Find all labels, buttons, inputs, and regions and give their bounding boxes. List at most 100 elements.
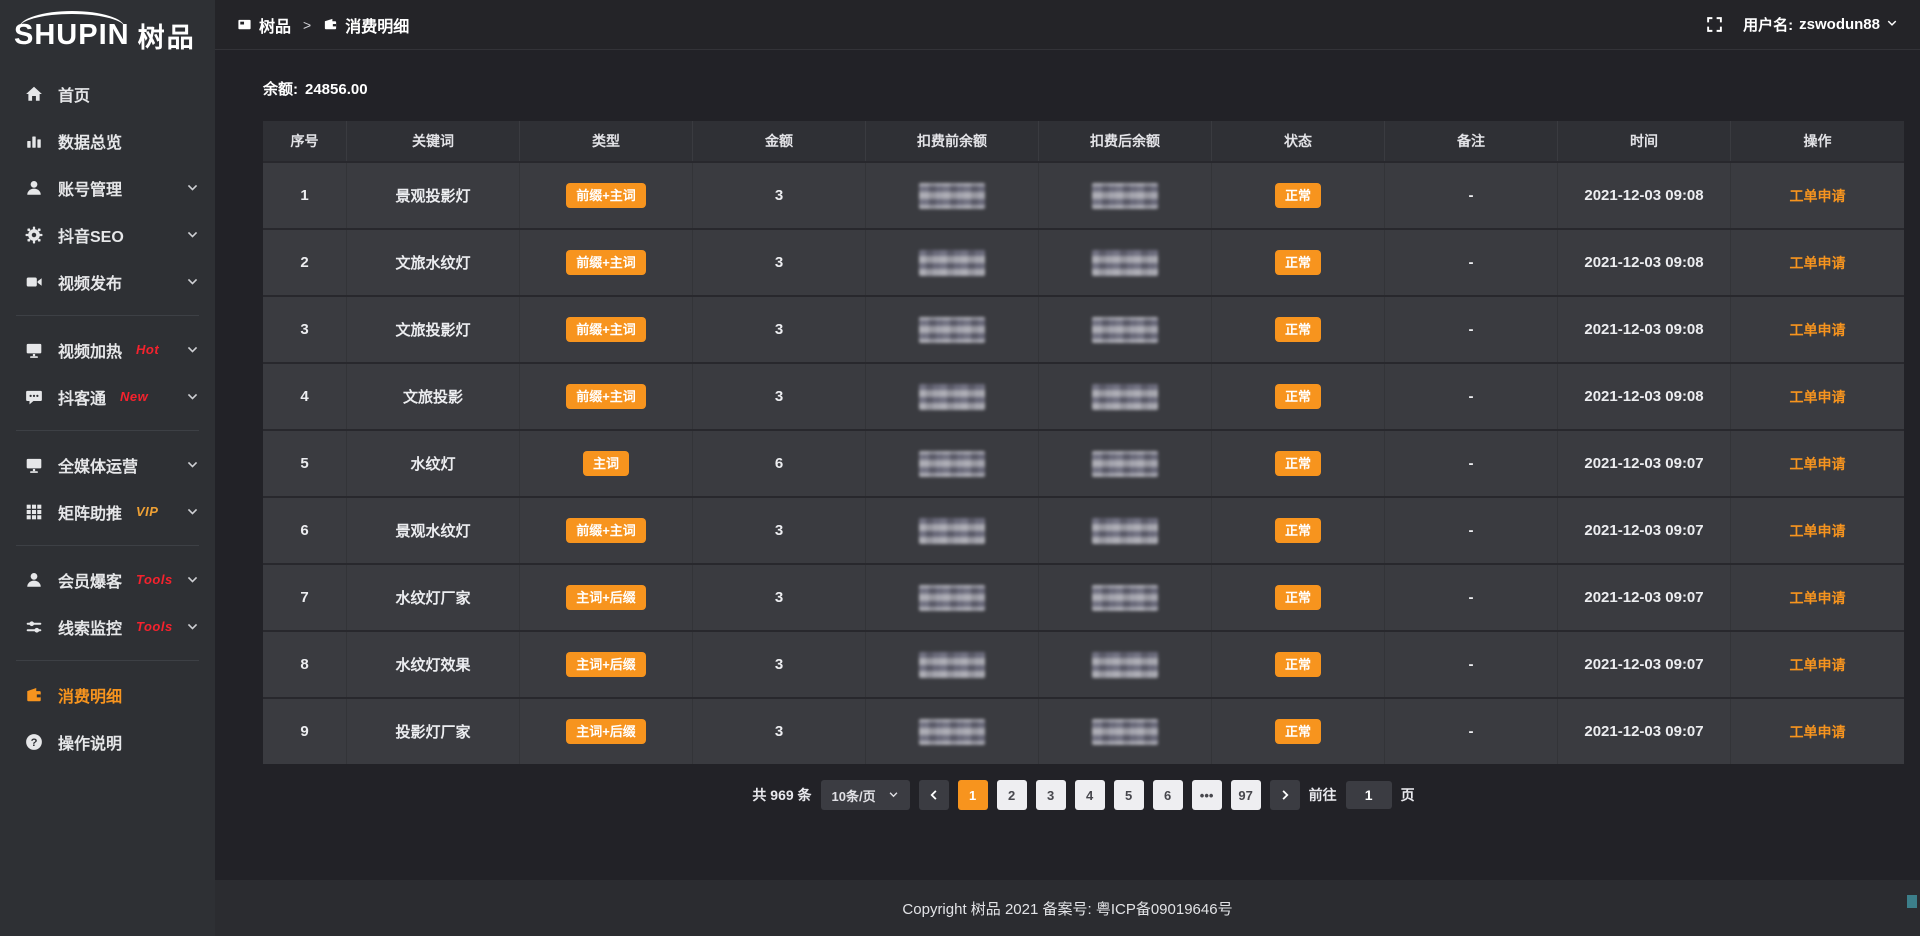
work-order-link[interactable]: 工单申请: [1790, 655, 1846, 675]
sidebar-divider: [16, 660, 199, 661]
cell-time: 2021-12-03 09:08: [1558, 297, 1731, 362]
redacted-value: [1092, 652, 1158, 678]
breadcrumb-item-consumption[interactable]: 消费明细: [323, 13, 409, 37]
redacted-value: [919, 384, 985, 410]
cell-amount: 3: [693, 297, 866, 362]
sidebar-item-operation-guide[interactable]: ?操作说明: [0, 718, 215, 765]
chevron-down-icon: [186, 458, 199, 471]
user-menu[interactable]: 用户名: zswodun88: [1743, 14, 1898, 35]
cell-balance-before: [866, 699, 1039, 764]
sidebar-item-douyin-seo[interactable]: 抖音SEO: [0, 211, 215, 258]
sidebar-item-consumption-detail[interactable]: 消费明细: [0, 671, 215, 718]
user-icon: [24, 178, 43, 197]
page-button-1[interactable]: 1: [958, 780, 988, 810]
cell-balance-after: [1039, 498, 1212, 563]
redacted-value: [919, 250, 985, 276]
total-count: 共 969 条: [752, 785, 811, 805]
redacted-value: [1092, 384, 1158, 410]
sidebar-item-data-overview[interactable]: 数据总览: [0, 117, 215, 164]
breadcrumb-item-shupin[interactable]: 树品: [237, 13, 291, 37]
type-badge: 主词+后缀: [566, 719, 646, 744]
bar-chart-icon: [24, 131, 43, 150]
cell-action: 工单申请: [1731, 498, 1904, 563]
logo-text-en: SHUPIN: [14, 21, 130, 50]
consumption-table: 序号关键词类型金额扣费前余额扣费后余额状态备注时间操作 1景观投影灯前缀+主词3…: [263, 121, 1904, 764]
page-size-select[interactable]: 10条/页: [821, 780, 910, 810]
sidebar-item-badge: Tools: [136, 572, 173, 587]
work-order-link[interactable]: 工单申请: [1790, 320, 1846, 340]
type-badge: 前缀+主词: [566, 183, 646, 208]
work-order-link[interactable]: 工单申请: [1790, 186, 1846, 206]
prev-page-button[interactable]: [919, 780, 949, 810]
sidebar-item-badge: New: [120, 389, 148, 404]
sidebar-item-video-heating[interactable]: 视频加热Hot: [0, 326, 215, 373]
fullscreen-icon[interactable]: [1706, 16, 1723, 33]
cell-balance-after: [1039, 364, 1212, 429]
table-body: 1景观投影灯前缀+主词3正常-2021-12-03 09:08工单申请2文旅水纹…: [263, 161, 1904, 764]
cell-time: 2021-12-03 09:08: [1558, 230, 1731, 295]
cell-type: 主词+后缀: [520, 565, 693, 630]
work-order-link[interactable]: 工单申请: [1790, 454, 1846, 474]
cell-keyword: 水纹灯: [347, 431, 520, 496]
cell-balance-after: [1039, 632, 1212, 697]
sidebar-item-account-management[interactable]: 账号管理: [0, 164, 215, 211]
status-badge: 正常: [1275, 250, 1321, 275]
sidebar-item-label: 视频发布: [58, 270, 122, 294]
sidebar-item-matrix-boost[interactable]: 矩阵助推VIP: [0, 488, 215, 535]
status-badge: 正常: [1275, 518, 1321, 543]
app-icon: [237, 17, 252, 32]
work-order-link[interactable]: 工单申请: [1790, 253, 1846, 273]
sidebar: SHUPIN 树品 首页数据总览账号管理抖音SEO 视频发布视频加热Hot抖客通N…: [0, 0, 215, 936]
page-button-2[interactable]: 2: [997, 780, 1027, 810]
redacted-value: [919, 451, 985, 477]
cell-status: 正常: [1212, 230, 1385, 295]
cell-type: 主词+后缀: [520, 699, 693, 764]
sidebar-item-member-baoke[interactable]: 会员爆客Tools: [0, 556, 215, 603]
chevron-down-icon: [186, 573, 199, 586]
page-button-4[interactable]: 4: [1075, 780, 1105, 810]
sidebar-item-douketong[interactable]: 抖客通New: [0, 373, 215, 420]
home-icon: [24, 84, 43, 103]
cell-action: 工单申请: [1731, 297, 1904, 362]
cell-status: 正常: [1212, 565, 1385, 630]
cell-remark: -: [1385, 699, 1558, 764]
cell-time: 2021-12-03 09:08: [1558, 163, 1731, 228]
cell-keyword: 水纹灯厂家: [347, 565, 520, 630]
main-panel: 树品 > 消费明细 用户名: zswodun88: [215, 0, 1920, 936]
page-button-5[interactable]: 5: [1114, 780, 1144, 810]
cell-remark: -: [1385, 632, 1558, 697]
table-row: 8水纹灯效果主词+后缀3正常-2021-12-03 09:07工单申请: [263, 630, 1904, 697]
page-ellipsis-button[interactable]: •••: [1192, 780, 1222, 810]
cell-balance-after: [1039, 297, 1212, 362]
page-button-3[interactable]: 3: [1036, 780, 1066, 810]
sidebar-item-clue-monitor[interactable]: 线索监控Tools: [0, 603, 215, 650]
redacted-value: [919, 585, 985, 611]
cell-type: 前缀+主词: [520, 364, 693, 429]
chevron-down-icon: [186, 343, 199, 356]
cell-remark: -: [1385, 230, 1558, 295]
redacted-value: [1092, 451, 1158, 477]
display-icon: [24, 340, 43, 359]
cell-balance-before: [866, 498, 1039, 563]
logo: SHUPIN 树品: [0, 0, 215, 58]
work-order-link[interactable]: 工单申请: [1790, 588, 1846, 608]
sidebar-item-all-media-operation[interactable]: 全媒体运营: [0, 441, 215, 488]
page-button-6[interactable]: 6: [1153, 780, 1183, 810]
next-page-button[interactable]: [1270, 780, 1300, 810]
work-order-link[interactable]: 工单申请: [1790, 521, 1846, 541]
app-window: SHUPIN 树品 首页数据总览账号管理抖音SEO 视频发布视频加热Hot抖客通N…: [0, 0, 1920, 936]
sidebar-item-video-publish[interactable]: 视频发布: [0, 258, 215, 305]
page-button-97[interactable]: 97: [1231, 780, 1261, 810]
cell-balance-before: [866, 364, 1039, 429]
cell-status: 正常: [1212, 163, 1385, 228]
cell-keyword: 文旅投影: [347, 364, 520, 429]
column-header: 扣费后余额: [1039, 121, 1212, 161]
redacted-value: [1092, 518, 1158, 544]
balance-value: 24856.00: [305, 81, 368, 98]
grid-icon: [24, 502, 43, 521]
goto-page-input[interactable]: [1346, 781, 1392, 809]
sidebar-item-home[interactable]: 首页: [0, 70, 215, 117]
type-badge: 前缀+主词: [566, 317, 646, 342]
work-order-link[interactable]: 工单申请: [1790, 387, 1846, 407]
work-order-link[interactable]: 工单申请: [1790, 722, 1846, 742]
